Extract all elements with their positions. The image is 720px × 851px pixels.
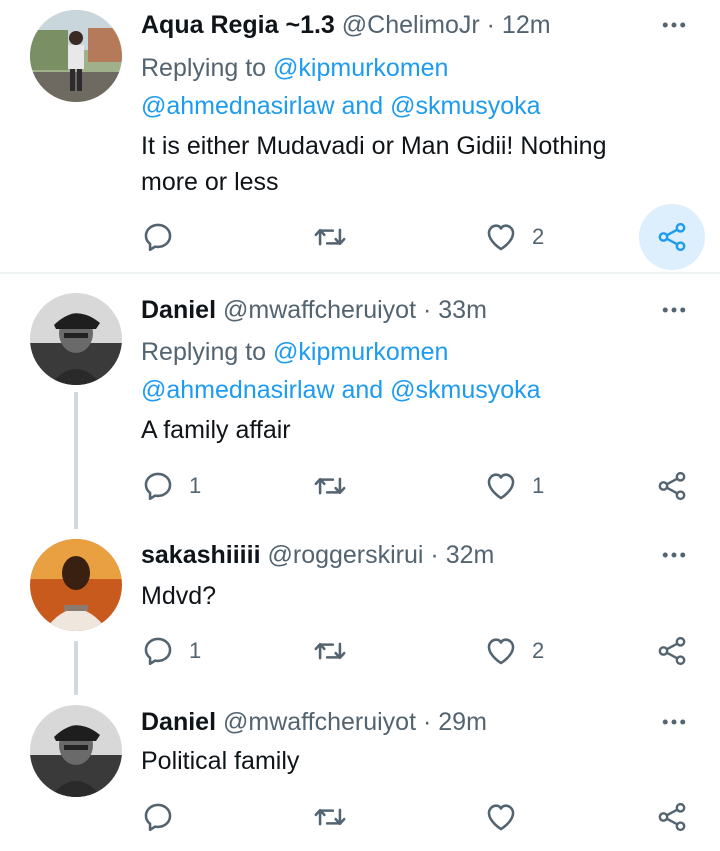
more-icon[interactable]: [658, 707, 690, 737]
replying-prefix: Replying to: [141, 338, 267, 366]
like-count: 2: [532, 224, 545, 249]
display-name[interactable]: Daniel: [141, 708, 216, 736]
display-name[interactable]: sakashiiiii: [141, 541, 261, 569]
like-count: 2: [532, 638, 545, 663]
like-icon: [484, 469, 518, 503]
more-icon[interactable]: [658, 540, 690, 570]
tweet-text-line: more or less: [141, 168, 279, 196]
timestamp[interactable]: 32m: [446, 541, 495, 569]
tweet-daniel[interactable]: Daniel @mwaffcheruiyot · 33m Replying to…: [0, 274, 720, 529]
replying-to-line: Replying to @kipmurkomen: [141, 50, 448, 86]
and-others-link[interactable]: and: [341, 376, 383, 404]
share-icon: [655, 469, 689, 503]
share-icon: [655, 800, 689, 834]
tweet-text-line: A family affair: [141, 416, 291, 444]
like-icon: [484, 800, 518, 834]
tweet-header: Aqua Regia ~1.3 @ChelimoJr · 12m: [141, 10, 551, 40]
like-button[interactable]: [484, 797, 532, 837]
mention-link[interactable]: @skmusyoka: [390, 376, 540, 404]
retweet-button[interactable]: [313, 631, 361, 671]
more-icon[interactable]: [658, 295, 690, 325]
separator-dot: ·: [422, 708, 432, 736]
retweet-button[interactable]: [313, 466, 361, 506]
mention-link[interactable]: @kipmurkomen: [273, 54, 448, 82]
like-count: 1: [532, 473, 545, 498]
tweet-aqua-regia[interactable]: Aqua Regia ~1.3 @ChelimoJr · 12m Replyin…: [0, 0, 720, 272]
like-button[interactable]: 2: [484, 217, 544, 257]
reply-icon: [141, 469, 175, 503]
timestamp[interactable]: 12m: [502, 11, 551, 39]
replying-to-line: Replying to @kipmurkomen: [141, 334, 448, 370]
share-button[interactable]: [655, 217, 689, 257]
replying-to-line-2: @ahmednasirlaw and @skmusyoka: [141, 372, 541, 408]
display-name[interactable]: Daniel: [141, 296, 216, 324]
reply-button[interactable]: [141, 797, 189, 837]
share-button[interactable]: [655, 466, 689, 506]
tweet-text-line: Political family: [141, 747, 300, 775]
retweet-button[interactable]: [313, 217, 361, 257]
reply-count: 1: [189, 473, 202, 498]
like-icon: [484, 220, 518, 254]
timestamp[interactable]: 33m: [438, 296, 487, 324]
avatar[interactable]: [30, 705, 122, 797]
tweet-sakashiiiii[interactable]: sakashiiiii @roggerskirui · 32m Mdvd? 1 …: [0, 529, 720, 695]
share-icon: [655, 220, 689, 254]
tweet-text-line: Mdvd?: [141, 582, 217, 610]
tweet-daniel-2[interactable]: Daniel @mwaffcheruiyot · 29m Political f…: [0, 695, 720, 851]
like-button[interactable]: 1: [484, 466, 544, 506]
tweet-header: Daniel @mwaffcheruiyot · 33m: [141, 295, 487, 325]
avatar[interactable]: [30, 539, 122, 631]
reply-icon: [141, 220, 175, 254]
mention-link[interactable]: @ahmednasirlaw: [141, 376, 335, 404]
mention-link[interactable]: @ahmednasirlaw: [141, 92, 335, 120]
user-handle[interactable]: @mwaffcheruiyot: [223, 296, 416, 324]
separator-dot: ·: [422, 296, 432, 324]
replying-prefix: Replying to: [141, 54, 267, 82]
tweet-header: Daniel @mwaffcheruiyot · 29m: [141, 707, 487, 737]
retweet-icon: [313, 220, 347, 254]
like-button[interactable]: 2: [484, 631, 544, 671]
reply-icon: [141, 634, 175, 668]
like-icon: [484, 634, 518, 668]
retweet-icon: [313, 634, 347, 668]
mention-link[interactable]: @kipmurkomen: [273, 338, 448, 366]
separator-dot: ·: [430, 541, 439, 569]
avatar[interactable]: [30, 10, 122, 102]
retweet-icon: [313, 469, 347, 503]
separator-dot: ·: [486, 11, 495, 39]
thread-connector-line: [74, 392, 78, 529]
reply-button[interactable]: 1: [141, 631, 201, 671]
avatar[interactable]: [30, 293, 122, 385]
user-handle[interactable]: @ChelimoJr: [342, 11, 480, 39]
reply-button[interactable]: 1: [141, 466, 201, 506]
reply-icon: [141, 800, 175, 834]
retweet-icon: [313, 800, 347, 834]
retweet-button[interactable]: [313, 797, 361, 837]
tweet-text-line: It is either Mudavadi or Man Gidii! Noth…: [141, 132, 607, 160]
reply-count: 1: [189, 638, 202, 663]
reply-button[interactable]: [141, 217, 189, 257]
display-name[interactable]: Aqua Regia ~1.3: [141, 11, 335, 39]
share-icon: [655, 634, 689, 668]
more-icon[interactable]: [658, 10, 690, 40]
user-handle[interactable]: @roggerskirui: [267, 541, 423, 569]
timestamp[interactable]: 29m: [438, 708, 487, 736]
user-handle[interactable]: @mwaffcheruiyot: [223, 708, 416, 736]
share-button[interactable]: [655, 631, 689, 671]
thread-connector-line: [74, 641, 78, 695]
mention-link[interactable]: @skmusyoka: [390, 92, 540, 120]
share-button[interactable]: [655, 797, 689, 837]
replying-to-line-2: @ahmednasirlaw and @skmusyoka: [141, 88, 541, 124]
and-others-link[interactable]: and: [341, 92, 383, 120]
tweet-header: sakashiiiii @roggerskirui · 32m: [141, 540, 494, 570]
